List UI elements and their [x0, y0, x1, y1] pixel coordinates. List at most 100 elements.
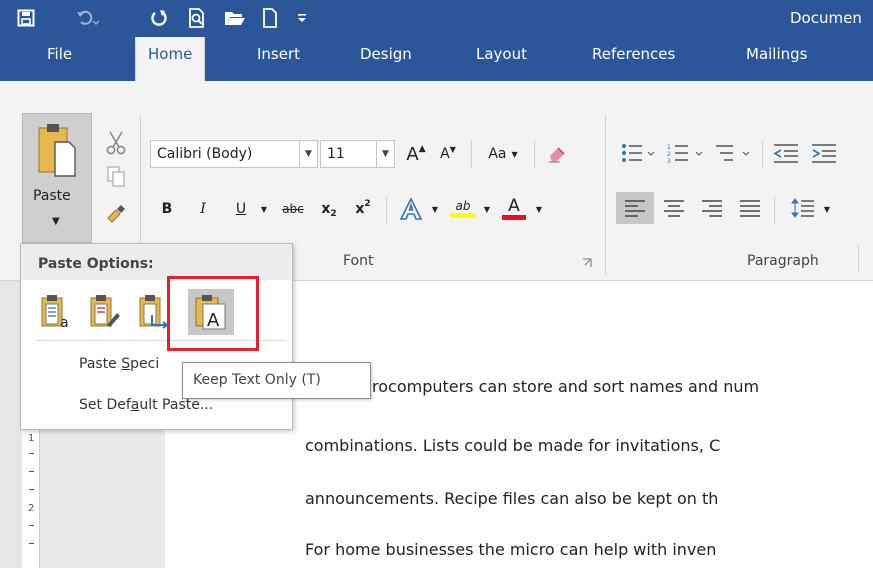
keep-source-formatting-badge: a	[60, 315, 69, 331]
numbering-icon[interactable]: 123	[663, 138, 709, 168]
ruler-tick	[29, 525, 34, 526]
align-left-button[interactable]	[616, 192, 654, 224]
document-line-3[interactable]: announcements. Recipe files can also be …	[305, 489, 718, 508]
italic-button[interactable]: I	[188, 196, 218, 222]
set-default-paste-item[interactable]: Set Default Paste...	[79, 397, 213, 413]
bold-button[interactable]: B	[150, 196, 184, 222]
grow-font-icon[interactable]: A ▲	[400, 140, 432, 168]
align-center-button[interactable]	[656, 192, 692, 224]
paragraph-group-label: Paragraph	[747, 253, 819, 269]
text-effects-dropdown-icon[interactable]: ▼	[428, 196, 442, 222]
paste-special-accelerator: S	[121, 356, 131, 372]
multilevel-list-icon[interactable]	[710, 138, 756, 168]
font-dialog-launcher-icon[interactable]	[580, 256, 594, 270]
subscript-label: x	[321, 201, 331, 217]
superscript-button[interactable]: x2	[348, 196, 378, 222]
ruler-tick	[29, 543, 34, 544]
highlight-color-swatch	[450, 212, 476, 218]
font-name-dropdown-icon[interactable]: ▼	[299, 141, 317, 167]
undo-icon[interactable]	[72, 6, 104, 30]
text-highlight-button[interactable]: ab	[446, 192, 480, 224]
tab-layout[interactable]: Layout	[476, 45, 527, 63]
underline-button[interactable]: U	[226, 196, 256, 222]
paste-label: Paste	[33, 188, 71, 204]
font-separator-3	[386, 196, 387, 224]
font-name-combo[interactable]: Calibri (Body) ▼	[150, 140, 318, 168]
copy-icon[interactable]	[101, 164, 131, 190]
text-effects-icon[interactable]	[394, 194, 428, 224]
font-name-value: Calibri (Body)	[157, 146, 253, 162]
tab-mailings[interactable]: Mailings	[746, 45, 807, 63]
ruler-tick	[29, 489, 34, 490]
tab-references[interactable]: References	[592, 45, 675, 63]
increase-indent-icon[interactable]	[806, 138, 842, 168]
svg-text:1: 1	[667, 144, 671, 151]
svg-text:2: 2	[667, 151, 671, 158]
paste-special-text-2: peci	[130, 356, 160, 372]
decrease-indent-icon[interactable]	[768, 138, 804, 168]
document-line-1[interactable]: rocomputers can store and sort names and…	[372, 377, 759, 396]
ruler-tick	[29, 453, 34, 454]
line-spacing-dropdown-icon[interactable]: ▼	[820, 196, 834, 222]
font-color-dropdown-icon[interactable]: ▼	[532, 196, 546, 222]
save-icon[interactable]	[12, 6, 40, 30]
merge-formatting-icon[interactable]	[82, 289, 128, 335]
document-title: Documen	[790, 9, 862, 27]
tab-insert[interactable]: Insert	[257, 45, 300, 63]
tab-file[interactable]: File	[47, 45, 72, 63]
line-spacing-icon[interactable]	[786, 192, 820, 224]
font-color-label: A	[508, 195, 520, 216]
shrink-font-icon[interactable]: A ▼	[433, 140, 463, 168]
redo-icon[interactable]	[145, 6, 173, 30]
set-default-paste-text-2: ult Paste...	[139, 397, 214, 413]
paste-dropdown-arrow-icon[interactable]: ▼	[52, 216, 60, 227]
change-case-dropdown-icon: ▼	[511, 149, 518, 159]
font-separator-1	[471, 140, 472, 168]
customize-qat-icon[interactable]	[292, 6, 312, 30]
text-highlight-dropdown-icon[interactable]: ▼	[480, 196, 494, 222]
svg-text:3: 3	[667, 158, 671, 164]
change-case-button[interactable]: Aa ▼	[478, 140, 528, 168]
document-line-2[interactable]: combinations. Lists could be made for in…	[305, 436, 720, 455]
paragraph-separator-2	[774, 196, 775, 224]
paste-special-item[interactable]: Paste Speci	[79, 356, 159, 372]
strikethrough-button[interactable]: abc	[276, 196, 310, 222]
ribbon-tab-bar	[0, 37, 873, 81]
set-default-paste-text-1: Set Def	[79, 397, 131, 413]
document-line-4[interactable]: For home businesses the micro can help w…	[305, 540, 716, 559]
subscript-button[interactable]: x2	[314, 196, 344, 222]
tab-design[interactable]: Design	[360, 45, 412, 63]
text-highlight-label: ab	[455, 198, 471, 213]
new-document-icon[interactable]	[257, 6, 283, 30]
keep-text-only-tooltip: Keep Text Only (T)	[182, 362, 371, 399]
highlight-annotation-box	[167, 276, 259, 351]
superscript-label: x	[355, 201, 365, 217]
font-separator-2	[534, 140, 535, 168]
bullets-icon[interactable]	[617, 138, 661, 168]
underline-dropdown-icon[interactable]: ▼	[256, 196, 272, 222]
font-group-label: Font	[343, 253, 374, 269]
paste-clipboard-icon	[32, 120, 82, 180]
font-size-combo[interactable]: 11 ▼	[320, 140, 395, 168]
paste-options-title: Paste Options:	[38, 256, 154, 272]
keep-source-formatting-icon[interactable]: a	[33, 289, 79, 335]
font-group-separator	[605, 115, 606, 275]
font-size-value: 11	[327, 146, 345, 162]
left-margin-area	[0, 281, 22, 568]
font-size-dropdown-icon[interactable]: ▼	[376, 141, 394, 167]
paragraph-separator-1	[762, 140, 763, 168]
justify-button[interactable]	[732, 192, 768, 224]
format-painter-icon[interactable]	[101, 200, 131, 226]
change-case-label: Aa	[488, 146, 507, 162]
cut-icon[interactable]	[101, 128, 131, 158]
title-bar	[0, 0, 873, 37]
tab-home[interactable]: Home	[135, 37, 206, 81]
print-preview-icon[interactable]	[183, 6, 211, 30]
clear-formatting-icon[interactable]	[540, 140, 574, 168]
align-right-button[interactable]	[694, 192, 730, 224]
font-color-swatch	[502, 214, 526, 220]
font-color-button[interactable]: A	[498, 192, 530, 224]
open-folder-icon[interactable]	[220, 6, 250, 30]
ruler-tick	[29, 471, 34, 472]
ruler-number-2: 2	[28, 503, 35, 514]
